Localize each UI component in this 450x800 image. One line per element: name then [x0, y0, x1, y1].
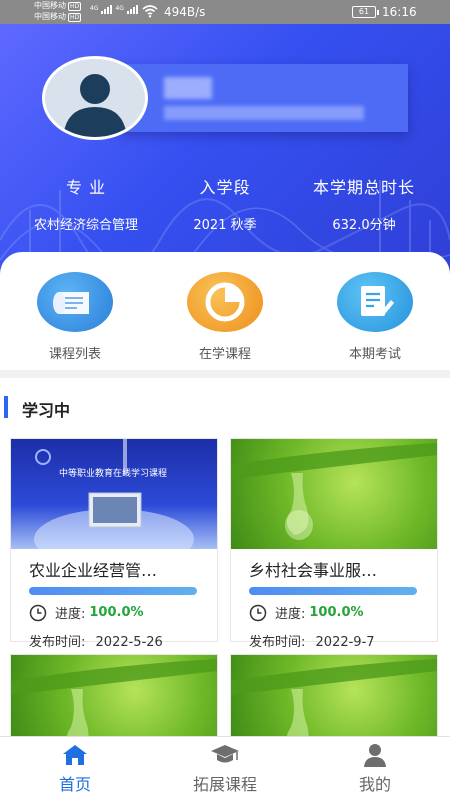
- course-card[interactable]: 乡村社会事业服… 进度: 100.0% 发布时间: 2022-9-7: [230, 438, 438, 650]
- clock-icon: [249, 604, 267, 621]
- stat-label: 入学段: [199, 178, 251, 197]
- carrier-2: 中国移动: [34, 12, 66, 21]
- progress-value: 100.0%: [309, 605, 364, 620]
- wifi-icon: [142, 5, 158, 18]
- quick-links-panel: 课程列表 在学课程 本期考试: [0, 252, 450, 370]
- blurred-username: [164, 77, 212, 99]
- publish-date-row: 发布时间: 2022-9-7: [249, 631, 437, 650]
- tab-label: 拓展课程: [192, 775, 257, 794]
- course-title: 农业企业经营管…: [29, 561, 158, 580]
- stat-value: 632.0分钟: [332, 218, 396, 233]
- stat-label: 本学期总时长: [312, 178, 415, 197]
- course-card[interactable]: [230, 654, 438, 736]
- tab-label: 我的: [358, 775, 391, 794]
- water-drop-leaf-art: [231, 659, 437, 736]
- quick-exams[interactable]: 本期考试: [320, 272, 430, 362]
- tab-mine[interactable]: 我的: [300, 743, 450, 795]
- progress-row: 进度: 100.0%: [29, 603, 217, 622]
- hd-badge: HD: [68, 13, 82, 22]
- blurred-user-id: [164, 106, 364, 120]
- battery-icon: 61: [352, 6, 379, 18]
- quick-link-label: 在学课程: [198, 347, 251, 362]
- learning-section: 学习中 中等职业教育在线学习课程 农业企业经营管… 进度: 100.0% 发布时…: [0, 378, 450, 736]
- date-label: 发布时间:: [249, 635, 306, 650]
- course-thumbnail-art: [34, 439, 194, 549]
- thumbnail-caption: 中等职业教育在线学习课程: [59, 469, 168, 479]
- course-thumbnail: 中等职业教育在线学习课程: [11, 439, 217, 549]
- publish-date-row: 发布时间: 2022-5-26: [29, 631, 217, 650]
- hd-badge: HD: [68, 2, 82, 11]
- progress-bar: [249, 587, 417, 595]
- avatar[interactable]: [42, 56, 148, 140]
- profile-header: 专 业 农村经济综合管理 入学段 2021 秋季 本学期总时长 632.0分钟: [0, 24, 450, 280]
- date-value: 2022-9-7: [315, 635, 375, 650]
- quick-course-list[interactable]: 课程列表: [20, 272, 130, 362]
- stat-enrollment: 入学段 2021 秋季: [170, 174, 280, 233]
- water-drop-leaf-art: [231, 443, 437, 540]
- progress-bar: [29, 587, 197, 595]
- status-bar: 中国移动 HD 中国移动 HD 4G 4G 494B/s 61 16:16: [0, 0, 450, 24]
- date-value: 2022-5-26: [95, 635, 163, 650]
- progress-label: 进度:: [55, 607, 86, 622]
- section-accent-bar: [4, 396, 8, 418]
- network-type: 4G: [90, 5, 99, 12]
- course-card[interactable]: [10, 654, 218, 736]
- bottom-nav: 首页 拓展课程 我的: [0, 736, 450, 800]
- section-title: 学习中: [22, 401, 71, 420]
- quick-current-courses[interactable]: 在学课程: [170, 272, 280, 362]
- stat-duration: 本学期总时长 632.0分钟: [296, 174, 432, 233]
- carrier-info: 中国移动 HD 中国移动 HD: [34, 1, 82, 23]
- course-thumbnail: [231, 439, 437, 549]
- network-type: 4G: [115, 5, 124, 12]
- course-title: 乡村社会事业服…: [249, 561, 378, 580]
- carrier-1: 中国移动: [34, 1, 66, 10]
- stat-value: 农村经济综合管理: [33, 218, 138, 233]
- progress-label: 进度:: [275, 607, 306, 622]
- tab-extended-courses[interactable]: 拓展课程: [150, 743, 300, 795]
- net-speed: 494B/s: [164, 5, 206, 19]
- date-label: 发布时间:: [29, 635, 86, 650]
- clock: 16:16: [382, 5, 417, 19]
- clock-icon: [29, 604, 47, 621]
- quick-link-label: 课程列表: [48, 347, 101, 362]
- stat-label: 专 业: [65, 178, 107, 197]
- stat-major: 专 业 农村经济综合管理: [16, 174, 156, 233]
- graduation-cap-icon: [211, 745, 239, 763]
- user-info-card: [120, 64, 408, 132]
- course-list-icon: [37, 272, 113, 332]
- tab-home[interactable]: 首页: [0, 743, 150, 795]
- stat-value: 2021 秋季: [193, 218, 257, 233]
- user-silhouette-icon: [63, 74, 127, 137]
- user-icon: [364, 744, 386, 767]
- quick-link-label: 本期考试: [348, 347, 401, 362]
- home-icon: [63, 745, 87, 765]
- progress-value: 100.0%: [89, 605, 144, 620]
- pie-chart-icon: [187, 272, 263, 332]
- water-drop-leaf-art: [11, 659, 217, 736]
- tab-label: 首页: [58, 775, 91, 794]
- signal-icon: 4G 4G: [90, 5, 138, 14]
- exam-icon: [337, 272, 413, 332]
- course-card[interactable]: 中等职业教育在线学习课程 农业企业经营管… 进度: 100.0% 发布时间: 2…: [10, 438, 218, 650]
- progress-row: 进度: 100.0%: [249, 603, 437, 622]
